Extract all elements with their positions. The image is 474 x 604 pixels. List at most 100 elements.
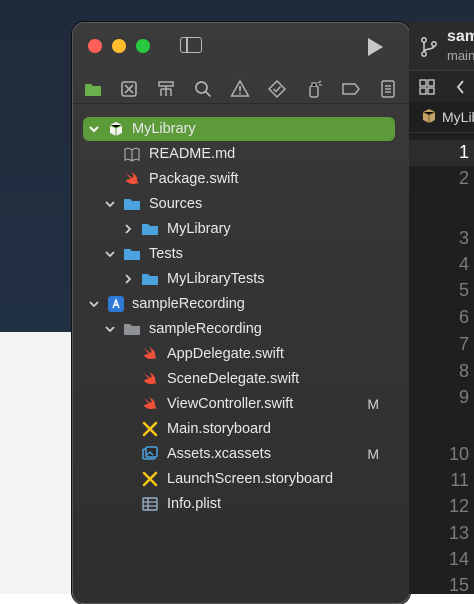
related-items-grid-icon[interactable]: [419, 79, 435, 95]
tree-item-tests[interactable]: Tests: [83, 242, 395, 266]
tree-item-label: MyLibraryTests: [167, 271, 265, 287]
test-diamond-icon[interactable]: [267, 79, 287, 99]
chevron-down-icon[interactable]: [87, 122, 101, 136]
line-number: 2: [458, 168, 469, 188]
line-number: 14: [448, 549, 469, 569]
navigator-toolbar: [73, 75, 409, 104]
chevron-down-icon[interactable]: [103, 322, 117, 336]
editor-tab-bar: [409, 70, 474, 103]
line-number: 13: [448, 523, 469, 543]
chevron-left-icon[interactable]: [455, 79, 465, 95]
chevron-down-icon[interactable]: [103, 197, 117, 211]
tree-item-label: MyLibrary: [132, 121, 196, 137]
source-control-icon[interactable]: [119, 79, 139, 99]
editor-header: sam main: [409, 22, 474, 70]
folder-icon[interactable]: [83, 79, 103, 99]
tree-item-viewcontroller[interactable]: ViewController.swift M: [83, 392, 395, 416]
tree-item-assets[interactable]: Assets.xcassets M: [83, 442, 395, 466]
tree-item-label: Main.storyboard: [167, 421, 271, 437]
tree-item-package-swift[interactable]: Package.swift: [83, 167, 395, 191]
tree-item-mylibrary[interactable]: MyLibrary: [83, 117, 395, 141]
breakpoint-tag-icon[interactable]: [341, 79, 361, 99]
tree-item-label: Assets.xcassets: [167, 446, 271, 462]
folder-icon: [141, 270, 159, 288]
tree-item-main-storyboard[interactable]: Main.storyboard: [83, 417, 395, 441]
line-number: 15: [448, 575, 469, 595]
book-icon: [123, 145, 141, 163]
line-number: 9: [458, 387, 469, 407]
tree-item-label: README.md: [149, 146, 236, 162]
chevron-right-icon[interactable]: [121, 272, 135, 286]
chevron-down-icon[interactable]: [87, 297, 101, 311]
swift-icon: [141, 370, 159, 388]
modified-status-badge: M: [367, 446, 379, 462]
storyboard-icon: [141, 420, 159, 438]
swift-icon: [141, 395, 159, 413]
swift-icon: [141, 345, 159, 363]
tree-item-launchscreen[interactable]: LaunchScreen.storyboard: [83, 467, 395, 491]
run-play-icon[interactable]: [368, 38, 383, 56]
search-icon[interactable]: [193, 79, 213, 99]
chevron-right-icon[interactable]: [121, 222, 135, 236]
branch-name[interactable]: main: [447, 48, 474, 63]
tree-item-label: Info.plist: [167, 496, 221, 512]
tree-item-label: sampleRecording: [149, 321, 262, 337]
line-number: 7: [458, 334, 469, 354]
branch-icon: [419, 36, 439, 58]
tree-item-label: Tests: [149, 246, 183, 262]
tree-item-label: LaunchScreen.storyboard: [167, 471, 334, 487]
line-number: 4: [458, 254, 469, 274]
folder-icon: [141, 220, 159, 238]
line-number: 10: [448, 444, 469, 464]
title-bar: [73, 23, 409, 69]
tree-item-scenedelegate[interactable]: SceneDelegate.swift: [83, 367, 395, 391]
xcode-navigator-window: MyLibrary README.md Package.swift Source…: [72, 22, 410, 604]
close-button[interactable]: [88, 39, 102, 53]
sidebar-toggle-icon[interactable]: [180, 37, 202, 53]
xcode-project-icon: [107, 295, 125, 313]
tree-item-project[interactable]: sampleRecording: [83, 292, 395, 316]
symbol-hierarchy-icon[interactable]: [156, 79, 176, 99]
swift-icon: [123, 170, 141, 188]
tree-item-label: AppDelegate.swift: [167, 346, 284, 362]
tree-item-sources[interactable]: Sources: [83, 192, 395, 216]
debug-spray-icon[interactable]: [304, 79, 324, 99]
line-number: 5: [458, 280, 469, 300]
zoom-button[interactable]: [136, 39, 150, 53]
tree-item-appdelegate[interactable]: AppDelegate.swift: [83, 342, 395, 366]
folder-icon: [123, 195, 141, 213]
asset-catalog-icon: [141, 445, 159, 463]
line-number: 8: [458, 361, 469, 381]
tree-item-label: SceneDelegate.swift: [167, 371, 300, 387]
tree-item-mylibrary-tests[interactable]: MyLibraryTests: [83, 267, 395, 291]
report-icon[interactable]: [378, 79, 398, 99]
line-number: 11: [450, 470, 469, 490]
tree-item-readme[interactable]: README.md: [83, 142, 395, 166]
line-number: 3: [458, 228, 469, 248]
tree-item-label: Sources: [149, 196, 203, 212]
tree-item-label: ViewController.swift: [167, 396, 294, 412]
plist-table-icon: [141, 495, 159, 513]
tree-item-label: sampleRecording: [132, 296, 245, 312]
scheme-name[interactable]: sam: [447, 28, 474, 46]
minimize-button[interactable]: [112, 39, 126, 53]
warning-icon[interactable]: [230, 79, 250, 99]
chevron-down-icon[interactable]: [103, 247, 117, 261]
tree-item-infoplist[interactable]: Info.plist: [83, 492, 395, 516]
group-folder-icon: [123, 320, 141, 338]
package-icon: [107, 120, 125, 138]
tree-item-label: MyLibrary: [167, 221, 231, 237]
jump-bar[interactable]: MyLib: [409, 102, 474, 133]
tree-item-label: Package.swift: [149, 171, 239, 187]
tree-item-group[interactable]: sampleRecording: [83, 317, 395, 341]
modified-status-badge: M: [367, 396, 379, 412]
tree-item-sources-mylibrary[interactable]: MyLibrary: [83, 217, 395, 241]
package-icon: [421, 108, 437, 124]
storyboard-icon: [141, 470, 159, 488]
line-number: 1: [458, 142, 469, 162]
line-number: 12: [448, 496, 469, 516]
editor-window: sam main MyLib 123456789101112131415: [409, 22, 474, 595]
line-number: 6: [458, 307, 469, 327]
folder-icon: [123, 245, 141, 263]
jump-bar-text: MyLib: [442, 109, 474, 125]
